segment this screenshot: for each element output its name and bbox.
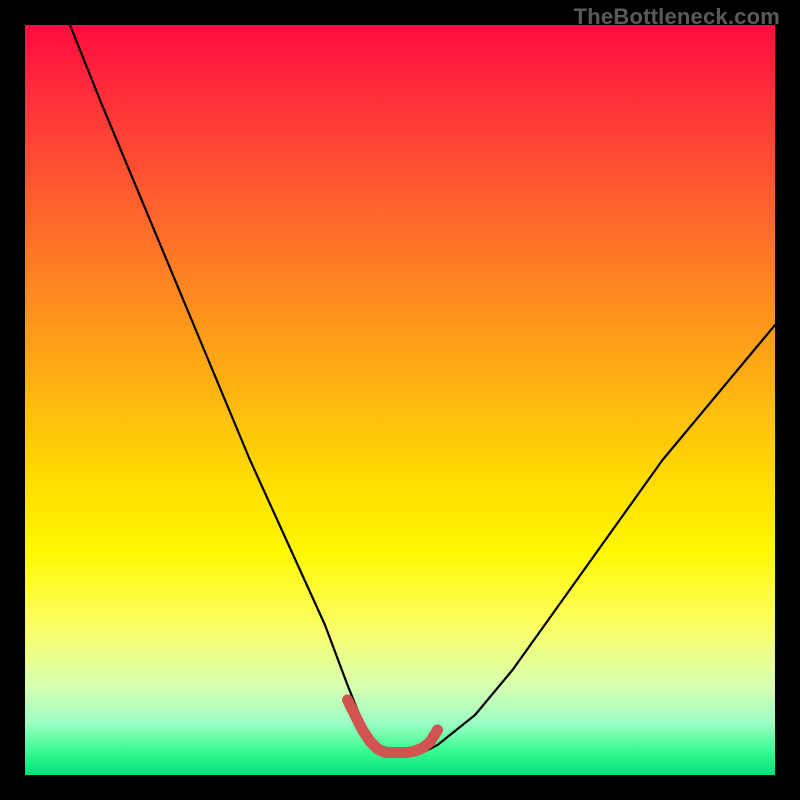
series-optimal-range-marker [348,700,438,753]
plot-area [25,25,775,775]
chart-frame: TheBottleneck.com [0,0,800,800]
chart-svg [25,25,775,775]
series-bottleneck-curve [70,25,775,753]
series-group [70,25,775,753]
